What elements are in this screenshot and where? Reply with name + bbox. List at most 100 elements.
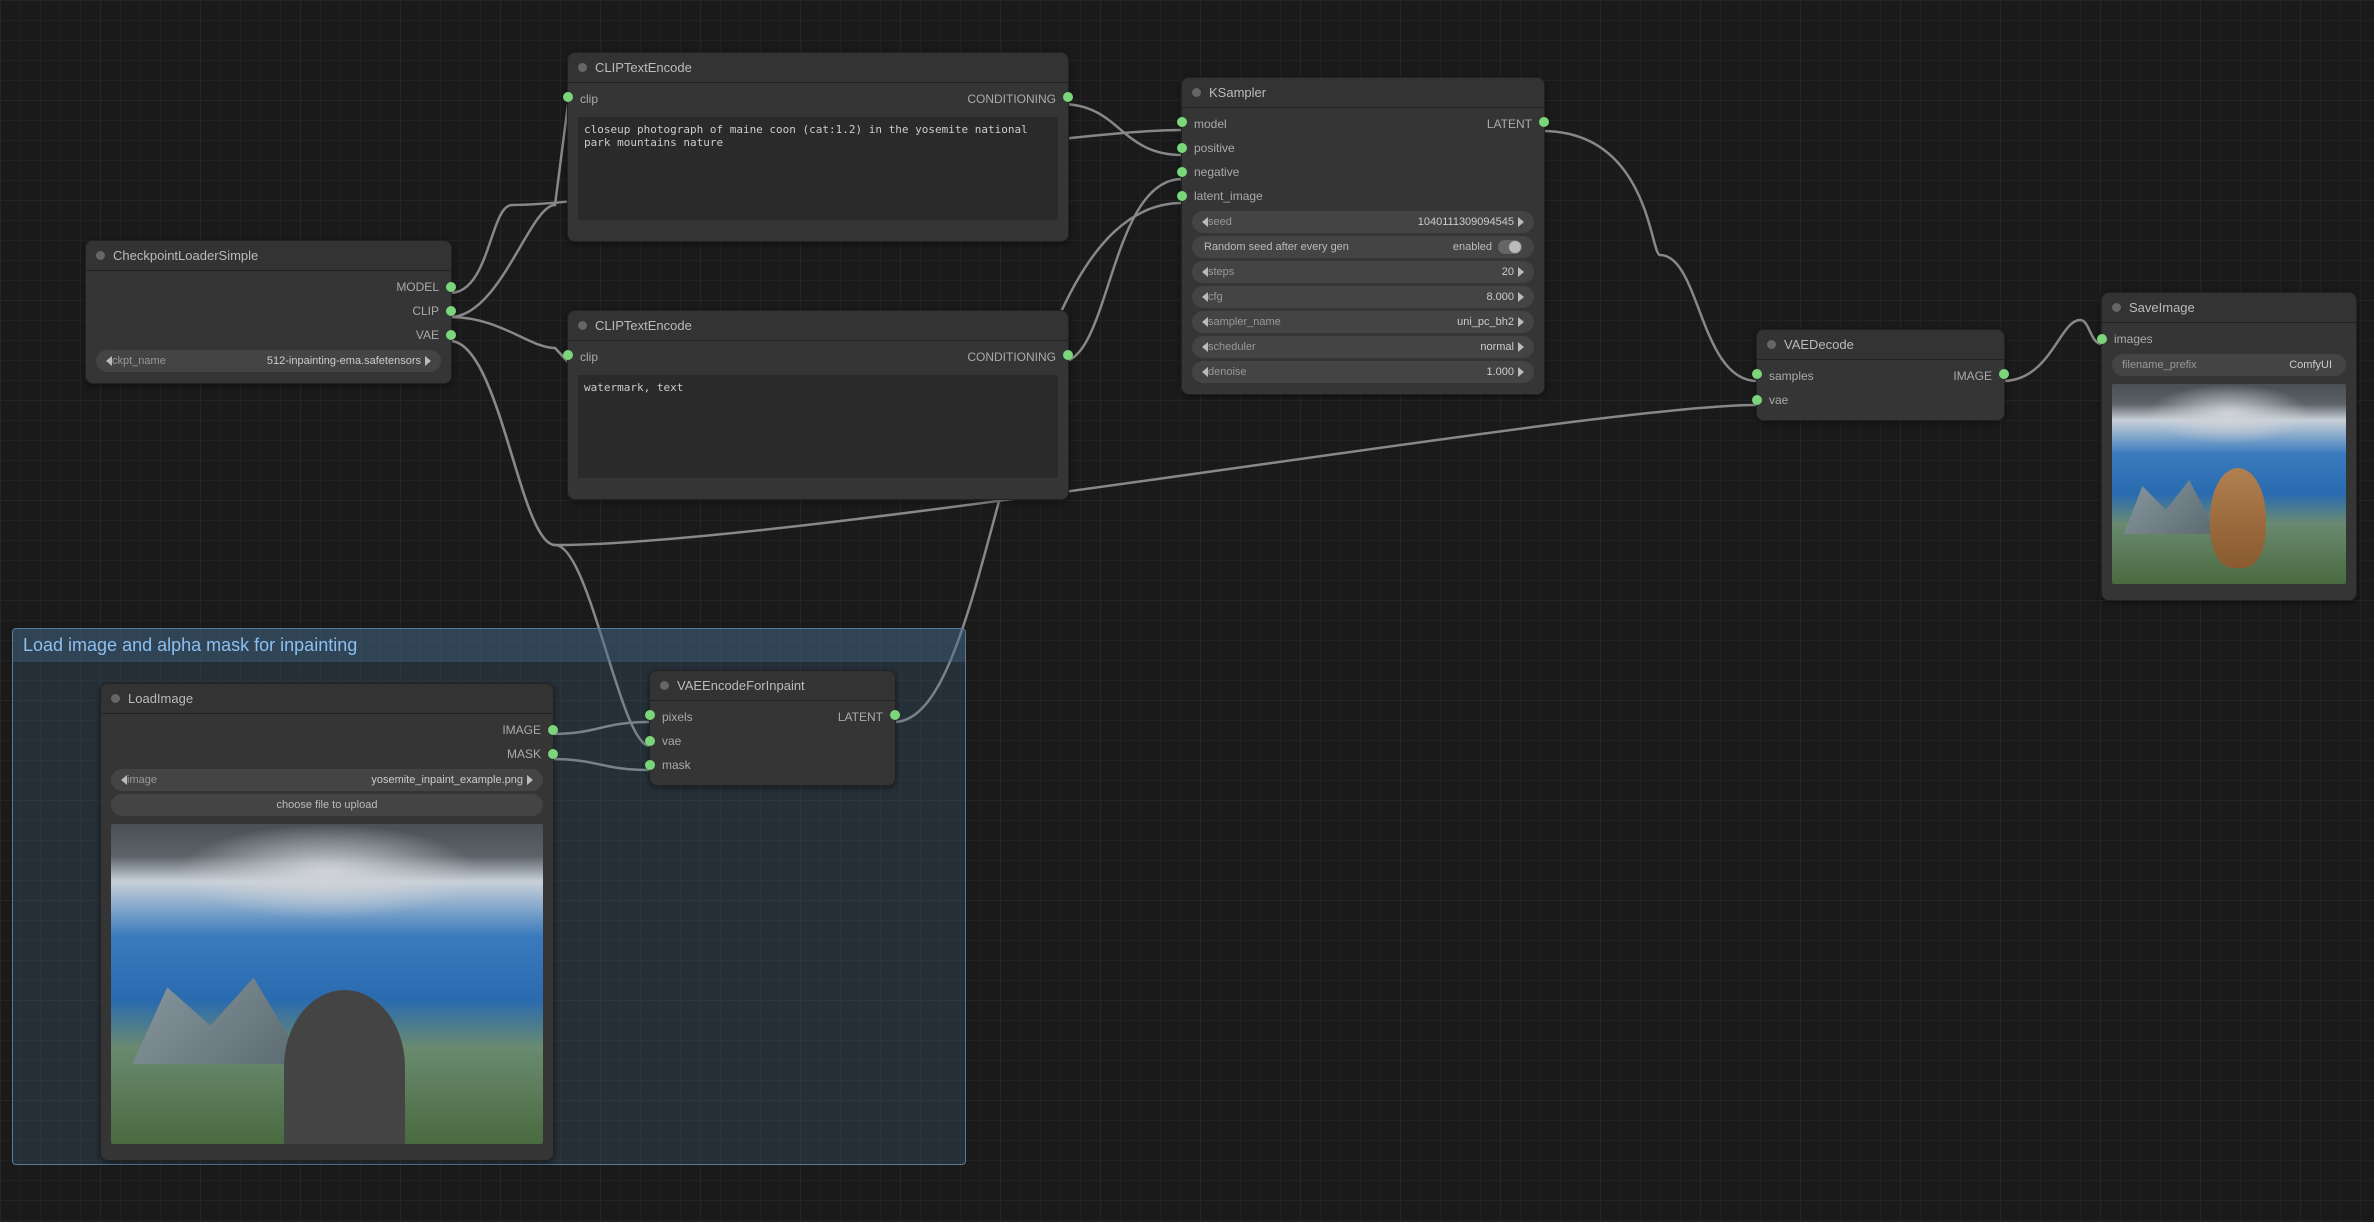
input-pixels: pixels <box>662 710 693 724</box>
output-model: MODEL <box>396 280 439 294</box>
choose-file-button[interactable]: choose file to upload <box>111 794 543 816</box>
node-clip-encode-negative[interactable]: CLIPTextEncode clip CONDITIONING <box>567 310 1069 500</box>
input-model: model <box>1194 117 1227 131</box>
node-title-text: VAEEncodeForInpaint <box>677 678 805 693</box>
node-title-text: LoadImage <box>128 691 193 706</box>
slot-dot-icon[interactable] <box>645 760 655 770</box>
collapse-dot-icon[interactable] <box>111 694 120 703</box>
node-vae-decode[interactable]: VAEDecode samples IMAGE vae <box>1756 329 2005 421</box>
slot-dot-icon[interactable] <box>563 350 573 360</box>
node-title[interactable]: VAEEncodeForInpaint <box>650 671 895 701</box>
slot-dot-icon[interactable] <box>1177 167 1187 177</box>
prompt-textarea[interactable] <box>578 117 1058 220</box>
filename-prefix-widget[interactable]: filename_prefixComfyUI <box>2112 354 2346 376</box>
arrow-right-icon[interactable] <box>1518 217 1524 227</box>
node-title[interactable]: KSampler <box>1182 78 1544 108</box>
node-clip-encode-positive[interactable]: CLIPTextEncode clip CONDITIONING <box>567 52 1069 242</box>
collapse-dot-icon[interactable] <box>660 681 669 690</box>
slot-dot-icon[interactable] <box>446 282 456 292</box>
slot-dot-icon[interactable] <box>446 306 456 316</box>
node-title[interactable]: CLIPTextEncode <box>568 53 1068 83</box>
node-ksampler[interactable]: KSampler model LATENT positive negative … <box>1181 77 1545 395</box>
collapse-dot-icon[interactable] <box>578 321 587 330</box>
input-mask: mask <box>662 758 691 772</box>
output-conditioning: CONDITIONING <box>967 350 1056 364</box>
slot-dot-icon[interactable] <box>1177 143 1187 153</box>
input-clip: clip <box>580 350 598 364</box>
node-title[interactable]: CLIPTextEncode <box>568 311 1068 341</box>
node-title-text: SaveImage <box>2129 300 2195 315</box>
slot-dot-icon[interactable] <box>1752 369 1762 379</box>
node-title[interactable]: SaveImage <box>2102 293 2356 323</box>
node-graph-canvas[interactable]: Load image and alpha mask for inpainting… <box>0 0 2374 1222</box>
node-title[interactable]: LoadImage <box>101 684 553 714</box>
scheduler-widget[interactable]: schedulernormal <box>1192 336 1534 358</box>
node-checkpoint-loader[interactable]: CheckpointLoaderSimple MODEL CLIP VAE ck… <box>85 240 452 384</box>
seed-widget[interactable]: seed1040111309094545 <box>1192 211 1534 233</box>
slot-dot-icon[interactable] <box>890 710 900 720</box>
arrow-right-icon[interactable] <box>1518 342 1524 352</box>
slot-dot-icon[interactable] <box>563 92 573 102</box>
collapse-dot-icon[interactable] <box>2112 303 2121 312</box>
slot-dot-icon[interactable] <box>645 710 655 720</box>
slot-dot-icon[interactable] <box>1539 117 1549 127</box>
output-image-preview <box>2112 384 2346 584</box>
slot-dot-icon[interactable] <box>645 736 655 746</box>
slot-dot-icon[interactable] <box>1063 350 1073 360</box>
denoise-widget[interactable]: denoise1.000 <box>1192 361 1534 383</box>
output-latent: LATENT <box>838 710 883 724</box>
image-path-widget[interactable]: imageyosemite_inpaint_example.png <box>111 769 543 791</box>
arrow-right-icon[interactable] <box>1518 317 1524 327</box>
node-title[interactable]: CheckpointLoaderSimple <box>86 241 451 271</box>
output-vae: VAE <box>416 328 439 342</box>
input-images: images <box>2114 332 2153 346</box>
collapse-dot-icon[interactable] <box>1767 340 1776 349</box>
node-title-text: VAEDecode <box>1784 337 1854 352</box>
output-latent: LATENT <box>1487 117 1532 131</box>
node-title-text: CheckpointLoaderSimple <box>113 248 258 263</box>
sampler-name-widget[interactable]: sampler_nameuni_pc_bh2 <box>1192 311 1534 333</box>
steps-widget[interactable]: steps20 <box>1192 261 1534 283</box>
input-clip: clip <box>580 92 598 106</box>
node-title-text: CLIPTextEncode <box>595 318 692 333</box>
collapse-dot-icon[interactable] <box>96 251 105 260</box>
slot-dot-icon[interactable] <box>1177 117 1187 127</box>
slot-dot-icon[interactable] <box>1752 395 1762 405</box>
output-image: IMAGE <box>502 723 541 737</box>
collapse-dot-icon[interactable] <box>578 63 587 72</box>
arrow-right-icon[interactable] <box>1518 267 1524 277</box>
cfg-widget[interactable]: cfg8.000 <box>1192 286 1534 308</box>
output-mask: MASK <box>507 747 541 761</box>
slot-dot-icon[interactable] <box>1177 191 1187 201</box>
group-title[interactable]: Load image and alpha mask for inpainting <box>13 629 965 662</box>
prompt-textarea[interactable] <box>578 375 1058 478</box>
input-vae: vae <box>1769 393 1788 407</box>
input-latent-image: latent_image <box>1194 189 1263 203</box>
toggle-pill-icon[interactable] <box>1498 240 1522 254</box>
slot-dot-icon[interactable] <box>548 749 558 759</box>
ckpt-name-widget[interactable]: ckpt_name512-inpainting-ema.safetensors <box>96 350 441 372</box>
input-vae: vae <box>662 734 681 748</box>
arrow-right-icon[interactable] <box>527 775 533 785</box>
output-image: IMAGE <box>1953 369 1992 383</box>
random-seed-toggle[interactable]: Random seed after every genenabled <box>1192 236 1534 258</box>
slot-dot-icon[interactable] <box>1999 369 2009 379</box>
node-title[interactable]: VAEDecode <box>1757 330 2004 360</box>
image-preview <box>111 824 543 1144</box>
node-title-text: KSampler <box>1209 85 1266 100</box>
node-save-image[interactable]: SaveImage images filename_prefixComfyUI <box>2101 292 2357 601</box>
slot-dot-icon[interactable] <box>2097 334 2107 344</box>
arrow-right-icon[interactable] <box>1518 367 1524 377</box>
slot-dot-icon[interactable] <box>446 330 456 340</box>
slot-dot-icon[interactable] <box>548 725 558 735</box>
input-samples: samples <box>1769 369 1814 383</box>
arrow-right-icon[interactable] <box>1518 292 1524 302</box>
node-title-text: CLIPTextEncode <box>595 60 692 75</box>
input-positive: positive <box>1194 141 1235 155</box>
slot-dot-icon[interactable] <box>1063 92 1073 102</box>
collapse-dot-icon[interactable] <box>1192 88 1201 97</box>
node-vae-encode-inpaint[interactable]: VAEEncodeForInpaint pixels LATENT vae ma… <box>649 670 896 786</box>
node-load-image[interactable]: LoadImage IMAGE MASK imageyosemite_inpai… <box>100 683 554 1161</box>
output-conditioning: CONDITIONING <box>967 92 1056 106</box>
arrow-right-icon[interactable] <box>425 356 431 366</box>
